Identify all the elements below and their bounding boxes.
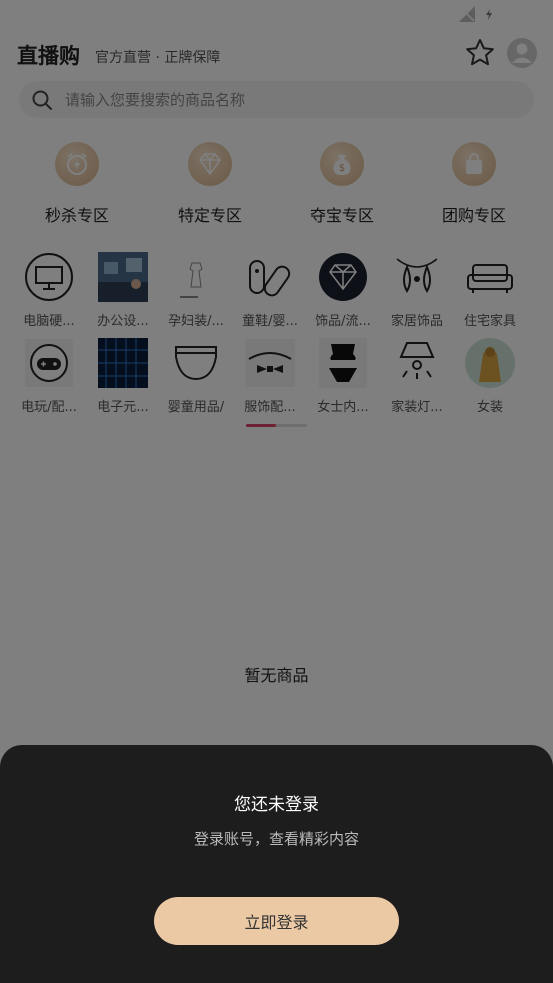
login-sheet-subtitle: 登录账号，查看精彩内容 xyxy=(193,830,359,848)
login-button[interactable]: 立即登录 xyxy=(154,897,399,945)
login-sheet-title: 您还未登录 xyxy=(234,795,319,815)
login-sheet: 您还未登录 登录账号，查看精彩内容 立即登录 xyxy=(0,745,553,983)
